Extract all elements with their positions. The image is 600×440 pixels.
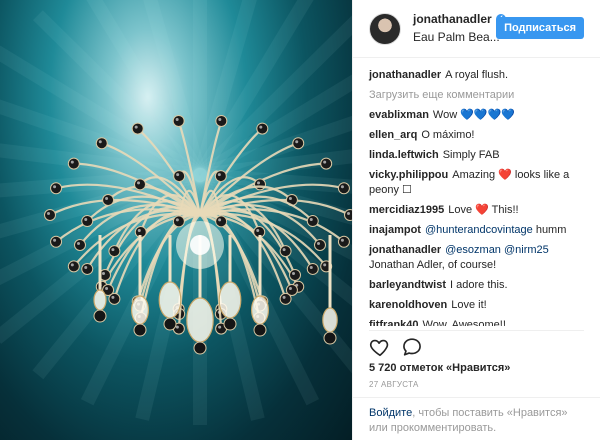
action-bar [369,336,423,358]
comment-text: I adore this. [450,279,508,291]
speech-bubble-icon[interactable] [401,336,423,358]
load-more-comments-link[interactable]: Загрузить еще комментарии [369,89,584,101]
comment-item: fitfrank40 Wow. Awesome!! [369,318,584,326]
post-caption: jonathanadler A royal flush. [369,68,584,83]
location-link[interactable]: Eau Palm Bea... [413,30,500,44]
post-photo[interactable] [0,0,352,440]
comment-item: jonathanadler @esozman @nirm25 Jonathan A… [369,243,584,273]
comment-author[interactable]: barleyandtwist [369,279,446,291]
mention-link[interactable]: @esozman [445,244,501,256]
divider [369,330,584,331]
comment-text: Simply FAB [442,149,500,161]
heart-outline-icon[interactable] [369,336,391,358]
comment-item: karenoldhoven Love it! [369,298,584,313]
caption-author[interactable]: jonathanadler [369,69,441,81]
comment-item: vicky.philippou Amazing ❤️ looks like a p… [369,168,584,198]
comments-list: jonathanadler A royal flush. Загрузить ещ… [353,58,600,326]
comment-author[interactable]: linda.leftwich [369,149,439,161]
likes-count[interactable]: 5 720 отметок «Нравится» [369,362,510,374]
post-header: jonathanadler ✓ Eau Palm Bea... Подписат… [353,0,600,58]
comment-item: ellen_arq O máximo! [369,128,584,143]
comment-item: mercidiaz1995 Love ❤️ This!! [369,203,584,218]
comment-author[interactable]: evablixman [369,109,429,121]
comment-text: humm [532,224,567,236]
comment-text: Wow. Awesome!! [422,319,506,326]
comment-author[interactable]: fitfrank40 [369,319,419,326]
avatar[interactable] [369,13,401,45]
comment-author[interactable]: inajampot [369,224,421,236]
comment-item: evablixman Wow 💙💙💙💙 [369,108,584,123]
comment-author[interactable]: jonathanadler [369,244,441,256]
post-date: 27 АВГУСТА [369,380,419,389]
comment-author[interactable]: ellen_arq [369,129,417,141]
chandelier-image [0,0,352,425]
username-link[interactable]: jonathanadler [413,12,492,26]
comment-text: O máximo! [421,129,475,141]
comment-item: barleyandtwist I adore this. [369,278,584,293]
comment-container: evablixman Wow 💙💙💙💙 ellen_arq O máximo! lind… [369,108,584,326]
login-prompt: Войдите, чтобы поставить «Нравится» или … [353,397,600,436]
follow-button[interactable]: Подписаться [496,17,584,39]
comment-item: inajampot @hunterandcovintage humm [369,223,584,238]
login-link[interactable]: Войдите [369,407,412,419]
mention-link[interactable]: @hunterandcovintage [425,224,533,236]
comment-author[interactable]: vicky.philippou [369,169,448,181]
comment-text: Love ❤️ This!! [448,204,519,216]
comment-author[interactable]: mercidiaz1995 [369,204,444,216]
comment-text: Wow 💙💙💙💙 [432,109,516,121]
caption-text: A royal flush. [445,69,509,81]
comment-text: Jonathan Adler, of course! [369,259,497,271]
mention-link[interactable]: @nirm25 [504,244,549,256]
post-side-panel: jonathanadler ✓ Eau Palm Bea... Подписат… [352,0,600,440]
comment-text: Love it! [451,299,487,311]
username-row: jonathanadler ✓ [413,12,506,26]
comment-author[interactable]: karenoldhoven [369,299,447,311]
comment-item: linda.leftwich Simply FAB [369,148,584,163]
